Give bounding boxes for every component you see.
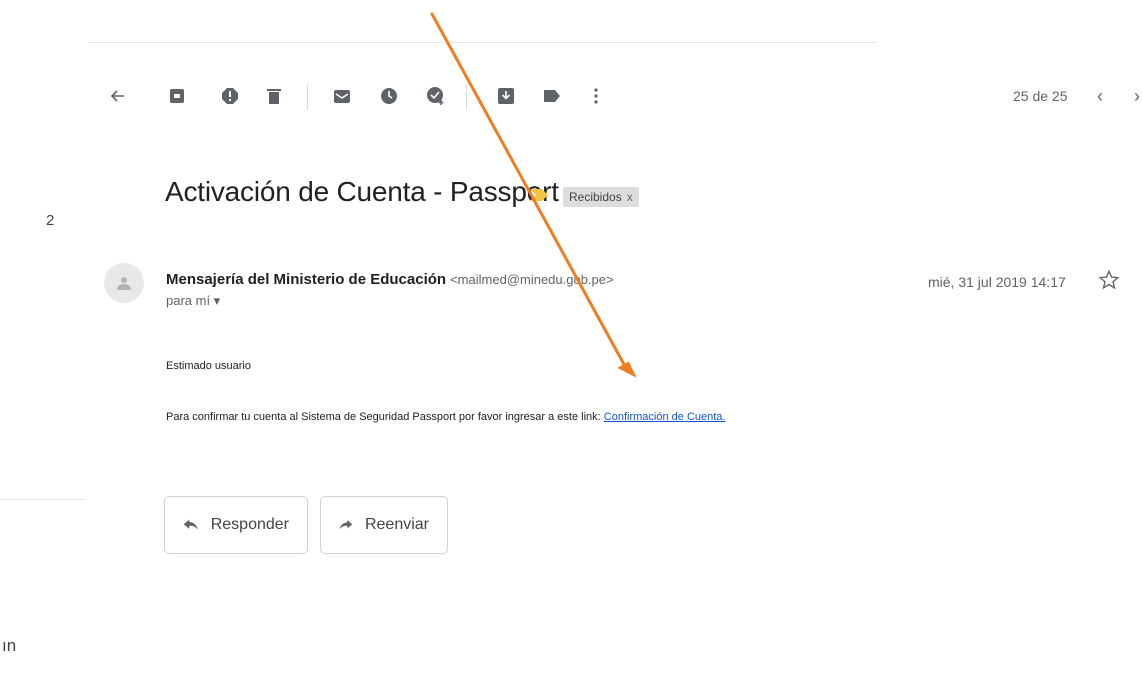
annotation-arrow	[430, 12, 637, 378]
